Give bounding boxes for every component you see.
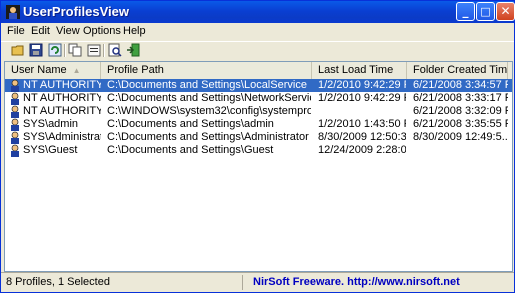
cell-extra: 6 [512,105,513,118]
nirsoft-link[interactable]: NirSoft Freeware. http://www.nirsoft.net [249,275,511,290]
toolbar [1,41,514,60]
column-header-folder-created-time[interactable]: Folder Created Time [407,62,508,79]
cell-folder-created-time: 6/21/2008 3:34:57 PM [413,79,508,91]
open-folder-icon[interactable] [11,43,25,57]
cell-last-load-time: 1/2/2010 9:42:29 PM [318,92,406,104]
toolbar-separator [103,44,105,57]
cell-last-load-time [318,105,406,118]
menu-help[interactable]: Help [123,25,146,37]
profiles-list[interactable]: User Name ▲ Profile Path Last Load Time F… [4,61,513,272]
user-icon [11,118,19,131]
cell-profile-path: C:\Documents and Settings\Administrator [107,131,309,143]
menu-view[interactable]: View [56,25,80,37]
status-count: 8 Profiles, 1 Selected [3,275,243,290]
sort-ascending-icon: ▲ [72,66,81,75]
column-header-last-load-time[interactable]: Last Load Time [312,62,407,79]
table-row[interactable]: SYS\Guest C:\Documents and Settings\Gues… [5,144,513,157]
cell-last-load-time: 1/2/2010 9:42:29 PM [318,79,406,91]
save-icon[interactable] [29,43,43,57]
app-icon [6,5,20,19]
menu-file[interactable]: File [7,25,25,37]
list-header: User Name ▲ Profile Path Last Load Time F… [5,62,512,80]
user-icon [11,131,19,144]
close-button[interactable]: ✕ [496,2,515,21]
cell-extra: 6 [512,79,513,92]
cell-user-name: SYS\Administrator [23,131,101,143]
user-icon [11,105,19,118]
user-icon [11,79,19,92]
column-header-profile-path[interactable]: Profile Path [101,62,312,79]
cell-extra [512,144,513,157]
cell-profile-path: C:\WINDOWS\system32\config\systemprofile [107,105,311,117]
copy-icon[interactable] [68,43,82,57]
cell-profile-path: C:\Documents and Settings\admin [107,118,274,130]
cell-folder-created-time: 6/21/2008 3:33:17 PM [413,92,508,104]
table-row[interactable]: NT AUTHORITY\S... C:\WINDOWS\system32\co… [5,105,513,118]
cell-profile-path: C:\Documents and Settings\NetworkService [107,92,311,104]
cell-user-name: SYS\Guest [23,144,78,156]
cell-folder-created-time: 6/21/2008 3:32:09 PM [413,105,508,117]
cell-profile-path: C:\Documents and Settings\LocalService [107,79,307,91]
title-bar[interactable]: UserProfilesView _ □ ✕ [1,1,515,23]
app-window: UserProfilesView _ □ ✕ File Edit View Op… [0,0,515,293]
menu-options[interactable]: Options [83,25,121,37]
maximize-button[interactable]: □ [476,2,495,21]
cell-user-name: SYS\admin [23,118,79,130]
table-row[interactable]: NT AUTHORITY\... C:\Documents and Settin… [5,92,513,105]
cell-last-load-time: 8/30/2009 12:50:3... [318,131,406,143]
cell-last-load-time: 1/2/2010 1:43:50 PM [318,118,406,130]
cell-user-name: NT AUTHORITY\... [23,92,101,104]
cell-user-name: NT AUTHORITY\S... [23,105,101,117]
refresh-icon[interactable] [48,43,62,57]
cell-folder-created-time [413,144,508,157]
column-header-extra[interactable]: F [508,62,512,79]
user-icon [11,144,19,157]
cell-last-load-time: 12/24/2009 2:28:0... [318,144,406,156]
cell-extra: 6 [512,118,513,131]
menu-edit[interactable]: Edit [31,25,50,37]
cell-profile-path: C:\Documents and Settings\Guest [107,144,274,156]
status-bar: 8 Profiles, 1 Selected NirSoft Freeware.… [1,272,514,292]
cell-folder-created-time: 8/30/2009 12:49:5... [413,131,508,143]
user-icon [11,92,19,105]
cell-user-name: NT AUTHORITY\L... [23,79,101,91]
cell-folder-created-time: 6/21/2008 3:35:55 PM [413,118,508,130]
search-icon[interactable] [108,43,122,57]
cell-extra: 6 [512,131,513,144]
window-title: UserProfilesView [23,4,129,19]
cell-extra: 6 [512,92,513,105]
toolbar-separator [64,44,66,57]
menu-bar: File Edit View Options Help [1,23,514,41]
table-row[interactable]: SYS\admin C:\Documents and Settings\admi… [5,118,513,131]
column-header-user-name[interactable]: User Name ▲ [5,62,101,79]
table-row[interactable]: NT AUTHORITY\L... C:\Documents and Setti… [5,79,513,92]
minimize-button[interactable]: _ [456,2,475,21]
exit-icon[interactable] [126,43,140,57]
table-row[interactable]: SYS\Administrator C:\Documents and Setti… [5,131,513,144]
properties-icon[interactable] [87,43,101,57]
